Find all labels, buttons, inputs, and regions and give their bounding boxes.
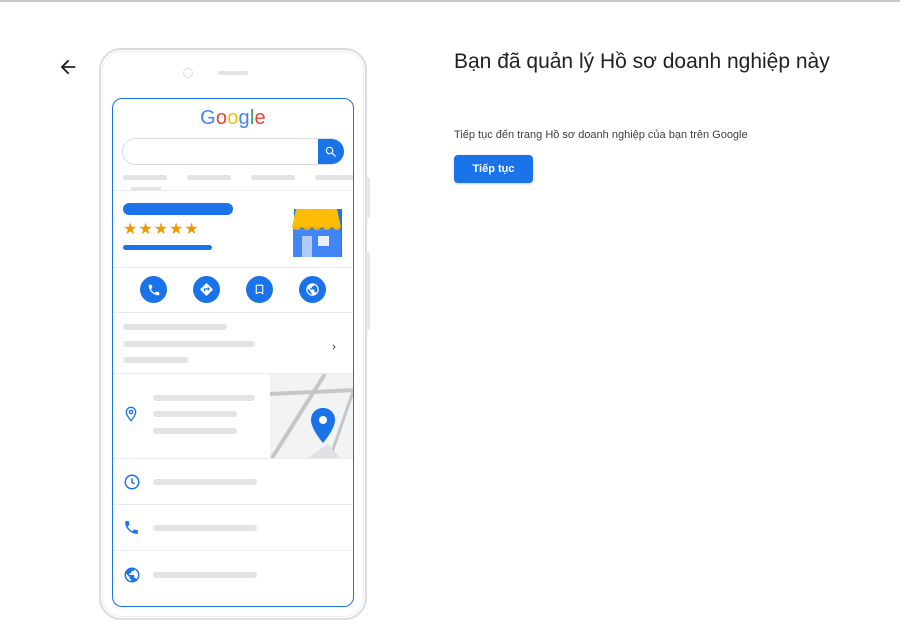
phone-icon: [123, 519, 140, 541]
placeholder-bar: [123, 357, 189, 363]
globe-icon: [123, 566, 141, 589]
rating-stars: ★★★★★: [123, 221, 200, 238]
divider: [113, 267, 353, 268]
call-action-button: [140, 276, 167, 303]
phone-speaker: [218, 71, 248, 75]
mock-search-box: [122, 138, 344, 165]
placeholder-bar: [251, 175, 295, 180]
placeholder-bar: [153, 428, 237, 434]
divider: [113, 504, 353, 505]
mock-search-button: [318, 139, 344, 164]
placeholder-bar: [153, 479, 257, 485]
placeholder-bar: [123, 341, 255, 347]
divider: [113, 458, 353, 459]
divider: [113, 550, 353, 551]
logo-letter: o: [227, 107, 239, 129]
phone-side-button: [366, 252, 370, 330]
logo-letter: g: [238, 107, 250, 129]
placeholder-bar: [153, 572, 257, 578]
business-name-bar: [123, 203, 233, 215]
globe-icon: [306, 283, 319, 296]
arrow-back-icon: [60, 59, 76, 75]
map-thumbnail: [270, 374, 353, 458]
phone-camera: [183, 68, 193, 78]
back-button[interactable]: [57, 56, 79, 78]
placeholder-bar: [153, 525, 257, 531]
directions-icon: [200, 283, 213, 296]
placeholder-bar: [153, 395, 255, 401]
placeholder-bar: [153, 411, 237, 417]
search-icon: [325, 146, 336, 157]
placeholder-bar: [123, 324, 227, 330]
logo-letter: e: [254, 107, 266, 129]
logo-letter: o: [215, 107, 228, 129]
clock-icon: [123, 473, 141, 496]
placeholder-bar: [123, 175, 167, 180]
website-action-button: [299, 276, 326, 303]
top-divider: [0, 0, 900, 2]
storefront-icon: [289, 203, 343, 257]
google-logo: Google: [113, 107, 353, 130]
save-action-button: [246, 276, 273, 303]
chevron-right-icon: [329, 339, 339, 357]
continue-button[interactable]: Tiếp tục: [454, 155, 533, 183]
location-pin-icon: [123, 406, 139, 427]
logo-letter: G: [200, 107, 216, 129]
bookmark-icon: [255, 284, 264, 295]
placeholder-bar: [315, 175, 353, 180]
phone-icon: [148, 284, 159, 295]
directions-action-button: [193, 276, 220, 303]
page-subtitle: Tiếp tục đến trang Hồ sơ doanh nghiệp củ…: [454, 129, 748, 141]
divider: [113, 190, 353, 191]
divider: [113, 312, 353, 313]
page-title: Bạn đã quản lý Hồ sơ doanh nghiệp này: [454, 50, 830, 73]
phone-side-button: [366, 178, 370, 218]
phone-screen: Google ★★★★★: [112, 98, 354, 607]
placeholder-bar: [187, 175, 231, 180]
business-category-bar: [123, 245, 212, 250]
